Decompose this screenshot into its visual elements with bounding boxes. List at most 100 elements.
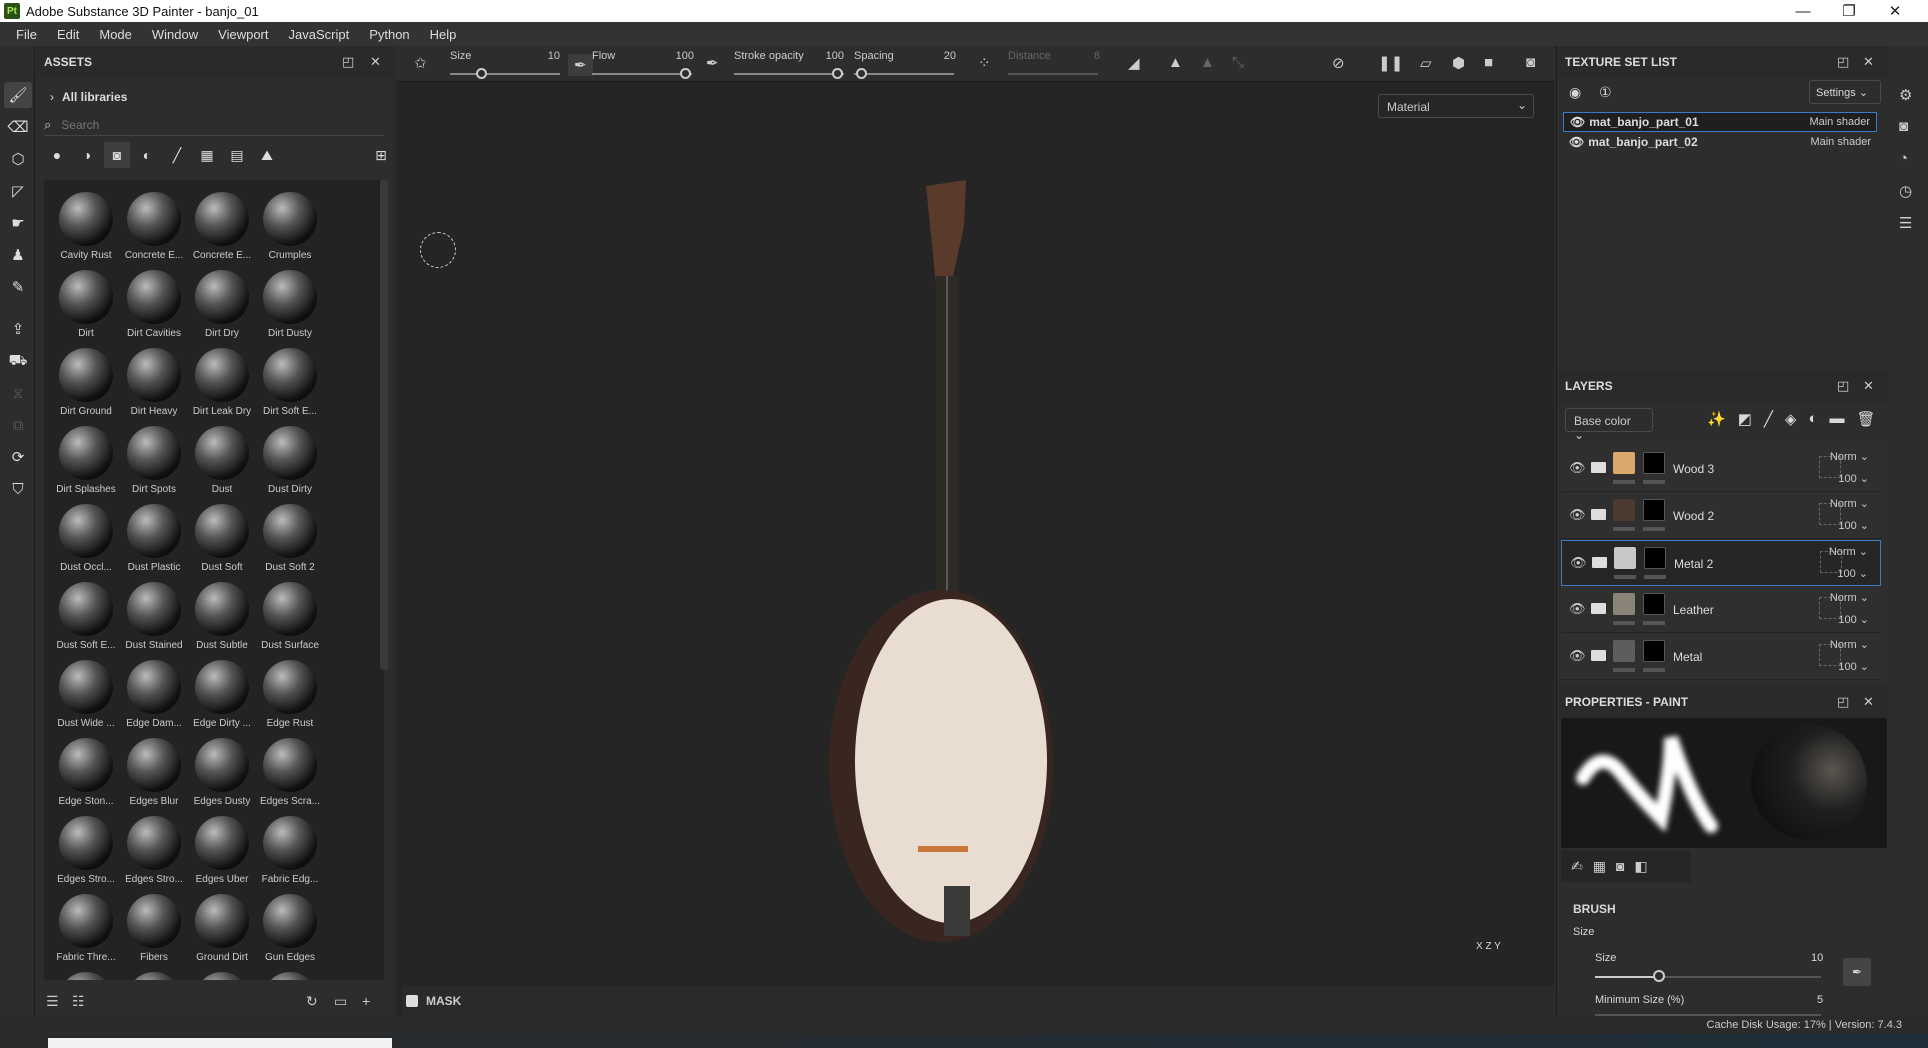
pen-pressure-button[interactable]: ✒ [1843,958,1871,986]
smudge-icon[interactable]: ☛ [4,210,32,236]
solo-icon[interactable]: ① [1599,84,1612,101]
asset-item[interactable]: Edges Stro... [52,810,120,888]
layer-name[interactable]: Metal [1673,650,1702,664]
texture-set-settings-icon[interactable]: ⚙ [1899,86,1912,104]
display-settings-icon[interactable]: ◙ [1899,118,1908,135]
asset-item[interactable] [256,966,324,980]
eye-icon[interactable]: 👁 [1569,460,1586,476]
eye-icon[interactable]: 👁 [1569,135,1584,149]
assets-scrollbar[interactable] [380,180,388,670]
textures-filter-icon[interactable]: ▤ [224,142,250,168]
layer-row[interactable]: 👁 Leather Norm ⌄ 100 ⌄ [1561,587,1881,633]
settings-dropdown[interactable]: Settings ⌄ [1809,80,1881,104]
load-preset-icon[interactable]: ☷ [72,993,85,1010]
save-preset-icon[interactable]: ☰ [46,993,59,1010]
brushes-filter-icon[interactable]: ╱ [164,142,190,168]
asset-item[interactable] [188,966,256,980]
blend-mode-dropdown[interactable]: Norm ⌄ [1830,638,1869,651]
asset-item[interactable]: Dirt Cavities [120,264,188,342]
asset-item[interactable]: Dust Wide ... [52,654,120,732]
asset-item[interactable]: Edges Blur [120,732,188,810]
mask-thumbnail[interactable] [1644,547,1666,569]
asset-item[interactable]: Concrete E... [188,186,256,264]
layer-name[interactable]: Metal 2 [1674,557,1713,571]
asset-item[interactable]: Dirt Splashes [52,420,120,498]
add-fill-layer-icon[interactable]: ◈ [1785,410,1797,428]
opacity-dropdown[interactable]: 100 ⌄ [1837,567,1868,580]
materials-filter-icon[interactable]: ● [44,142,70,168]
brush-size-slider[interactable] [1595,976,1821,978]
paint-brush-icon[interactable]: 🖌 [4,82,32,108]
axis-icon[interactable]: ⤡ [1232,54,1244,71]
mask-thumbnail[interactable] [1643,452,1665,474]
texture-set-row[interactable]: 👁 mat_banjo_part_02 Main shader [1563,132,1877,152]
viewport[interactable]: ✩ Size 10 ✒ Flow 100 ✒ Stroke opacity 10… [396,46,1554,1016]
flow-slider-knob[interactable] [680,68,691,79]
projection-icon[interactable]: ⬡ [4,146,32,172]
asset-item[interactable]: Edges Scra... [256,732,324,810]
asset-item[interactable]: Crumples [256,186,324,264]
channel-dropdown[interactable]: Material ⌄ [1378,94,1534,118]
export-icon[interactable]: ⇪ [4,316,32,342]
bake-icon[interactable]: ⛟ [4,348,32,374]
asset-item[interactable]: Fibers [120,888,188,966]
asset-item[interactable]: Fabric Edg... [256,810,324,888]
layer-row[interactable]: 👁 Wood 2 Norm ⌄ 100 ⌄ [1561,493,1881,539]
brush-tab-icon[interactable]: ✍ [1571,858,1583,875]
material-tab-icon[interactable]: ◧ [1634,858,1647,875]
asset-item[interactable]: Dust Soft E... [52,576,120,654]
add-smart-material-icon[interactable]: ◐ [1808,410,1817,428]
asset-item[interactable]: Dust Soft [188,498,256,576]
menu-window[interactable]: Window [142,27,208,42]
mask-thumbnail[interactable] [1643,499,1665,521]
mask-thumbnail[interactable] [1643,593,1665,615]
asset-item[interactable]: Dust Surface [256,576,324,654]
opacity-dropdown[interactable]: 100 ⌄ [1838,472,1869,485]
refresh-icon[interactable]: ↻ [306,993,318,1010]
mask-thumbnail[interactable] [1643,640,1665,662]
shader-name[interactable]: Main shader [1809,116,1870,128]
opacity-dropdown[interactable]: 100 ⌄ [1838,660,1869,673]
eye-icon[interactable]: 👁 [1570,115,1585,129]
layer-row[interactable]: 👁 Metal Norm ⌄ 100 ⌄ [1561,634,1881,680]
shelf-icon[interactable]: ⛉ [4,476,32,502]
float-panel-icon[interactable]: ◰ [1837,54,1849,70]
float-panel-icon[interactable]: ◰ [342,54,354,70]
view-mode-icon[interactable]: ▱ [1420,54,1432,72]
clone-stamp-icon[interactable]: ♟ [4,242,32,268]
asset-item[interactable]: Dirt Heavy [120,342,188,420]
menu-help[interactable]: Help [420,27,467,42]
asset-item[interactable]: Dust Occl... [52,498,120,576]
add-effect-icon[interactable]: ✨ [1707,410,1726,428]
asset-item[interactable]: Edges Uber [188,810,256,888]
menu-file[interactable]: File [6,27,47,42]
asset-item[interactable]: Edge Dam... [120,654,188,732]
history-icon[interactable]: ◷ [1899,182,1912,200]
layer-row[interactable]: 👁 Wood 3 Norm ⌄ 100 ⌄ [1561,446,1881,492]
close-panel-icon[interactable]: ✕ [1863,378,1874,394]
asset-item[interactable]: Edge Rust [256,654,324,732]
flow-slider[interactable] [592,73,692,75]
smart-materials-filter-icon[interactable]: ◑ [74,142,100,168]
asset-item[interactable] [120,966,188,980]
alpha-tab-icon[interactable]: ▦ [1593,858,1606,875]
new-folder-icon[interactable]: ▭ [334,993,347,1010]
close-panel-icon[interactable]: ✕ [1863,694,1874,710]
transform-icon[interactable]: ⧉ [4,412,32,438]
asset-item[interactable]: Edges Dusty [188,732,256,810]
color-picker-icon[interactable]: ✎ [4,274,32,300]
assets-search[interactable]: ⌕ [44,114,384,136]
spacing-slider[interactable] [854,73,954,75]
size-slider-knob[interactable] [476,68,487,79]
add-paint-layer-icon[interactable]: ╱ [1764,410,1773,428]
timer-icon[interactable]: ⧖ [4,380,32,406]
asset-item[interactable]: Dirt Dry [188,264,256,342]
symmetry-icon[interactable]: ▲ [1168,54,1183,71]
stroke-pressure-icon[interactable]: ✒ [706,54,719,72]
shader-settings-icon[interactable]: ◔ [1899,150,1908,167]
stroke-opacity-slider[interactable] [734,73,844,75]
float-panel-icon[interactable]: ◰ [1837,694,1849,710]
stencil-tab-icon[interactable]: ◙ [1616,858,1624,874]
spacing-knob[interactable] [856,68,867,79]
grid-view-icon[interactable]: ⊞ [368,142,394,168]
